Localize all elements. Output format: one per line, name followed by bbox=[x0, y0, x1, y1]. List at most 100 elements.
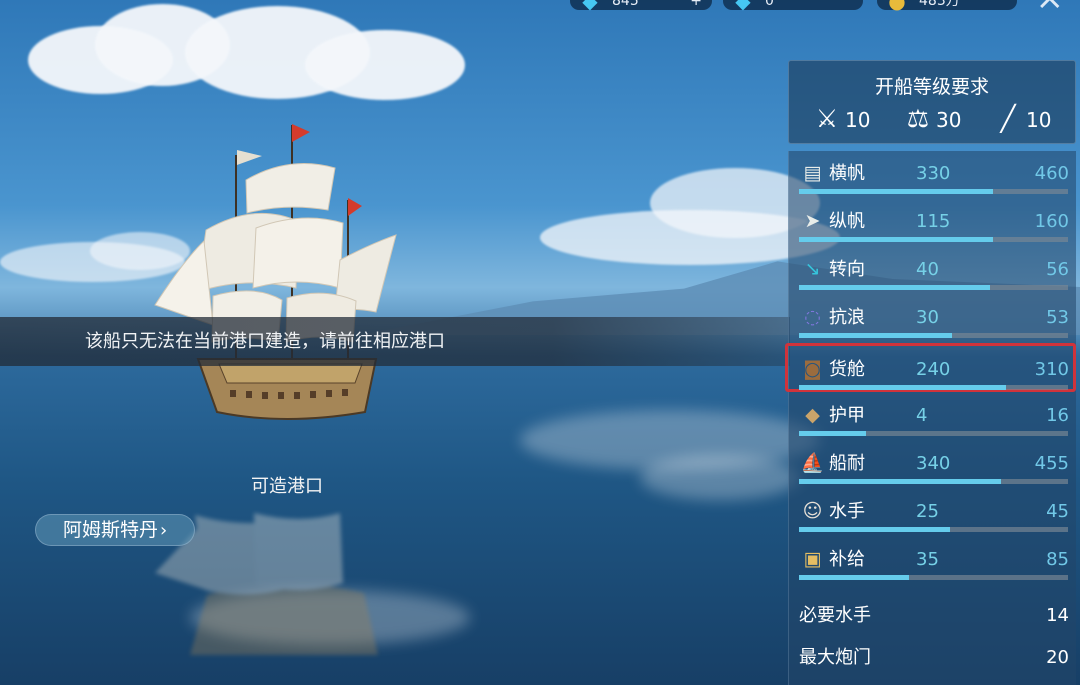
stat-progress-fill bbox=[799, 431, 867, 436]
wave-icon: ◌ bbox=[804, 306, 821, 328]
crossed-swords-icon: ⚔ bbox=[815, 104, 839, 133]
stat-name: 纵帆 bbox=[829, 211, 865, 232]
stat-progress-track bbox=[799, 431, 1068, 436]
stat-progress-fill bbox=[799, 285, 990, 290]
diamond-amount: 845 bbox=[612, 0, 639, 9]
ship-stats-panel: ▤ 横帆 330 460 ➤ 纵帆 115 160 ↘ 转向 40 56 ◌ 抗… bbox=[785, 151, 1077, 685]
build-warning-text: 该船只无法在当前港口建造，请前往相应港口 bbox=[85, 331, 445, 352]
stat-name: 补给 bbox=[829, 549, 865, 570]
locked-diamond-amount: 0 bbox=[765, 0, 774, 9]
stat-row-square-sail[interactable]: ▤ 横帆 330 460 bbox=[789, 151, 1077, 199]
stat-base-value: 25 bbox=[916, 501, 939, 522]
combat-level: 10 bbox=[845, 108, 871, 132]
stat-progress-track bbox=[799, 333, 1068, 338]
diamond-resource[interactable]: ◆ 845 + bbox=[570, 0, 712, 13]
stat-progress-track bbox=[799, 237, 1068, 242]
trade-requirement: ⚖ 30 bbox=[900, 104, 962, 134]
stat-row-supplies[interactable]: ▣ 补给 35 85 bbox=[789, 537, 1077, 585]
max-cannon-value: 20 bbox=[1046, 647, 1069, 668]
balance-scale-icon: ⚖ bbox=[906, 104, 930, 133]
cloud bbox=[305, 30, 465, 100]
stat-base-value: 115 bbox=[916, 211, 951, 232]
close-icon[interactable]: × bbox=[1036, 0, 1065, 15]
stat-progress-fill bbox=[799, 479, 1001, 484]
locked-diamond-resource[interactable]: ◆ 0 bbox=[723, 0, 863, 13]
stat-base-value: 340 bbox=[916, 453, 951, 474]
sea-glint bbox=[640, 455, 800, 500]
max-cannon-row: 最大炮门 20 bbox=[799, 643, 1069, 673]
square-sail-icon: ▤ bbox=[803, 162, 822, 184]
combat-requirement: ⚔ 10 bbox=[809, 104, 871, 134]
stat-max-value: 53 bbox=[1046, 307, 1069, 328]
stat-max-value: 45 bbox=[1046, 501, 1069, 522]
stat-progress-fill bbox=[799, 237, 993, 242]
stat-name: 护甲 bbox=[829, 405, 865, 426]
adventure-requirement: ╱ 10 bbox=[990, 104, 1051, 134]
stat-progress-track bbox=[799, 479, 1068, 484]
stat-progress-fill bbox=[799, 189, 993, 194]
stat-max-value: 160 bbox=[1034, 211, 1069, 232]
ship-level-requirements: 开船等级要求 ⚔ 10 ⚖ 30 ╱ 10 bbox=[788, 60, 1076, 144]
city-name: 阿姆斯特丹 bbox=[63, 519, 159, 541]
gold-resource[interactable]: ● 483万 bbox=[877, 0, 1017, 13]
telescope-icon: ╱ bbox=[1000, 104, 1016, 133]
stat-max-value: 460 bbox=[1034, 163, 1069, 184]
stat-base-value: 35 bbox=[916, 549, 939, 570]
max-cannon-label: 最大炮门 bbox=[799, 647, 871, 668]
stat-row-armor[interactable]: ◆ 护甲 4 16 bbox=[789, 393, 1077, 441]
adventure-level: 10 bbox=[1026, 108, 1052, 132]
stat-progress-track bbox=[799, 285, 1068, 290]
stat-max-value: 310 bbox=[1034, 359, 1069, 380]
stat-base-value: 30 bbox=[916, 307, 939, 328]
stat-progress-fill bbox=[799, 527, 950, 532]
ship-hull-icon: ⛵ bbox=[800, 452, 825, 474]
stat-max-value: 85 bbox=[1046, 549, 1069, 570]
turn-arrow-icon: ↘ bbox=[804, 258, 821, 280]
trade-level: 30 bbox=[936, 108, 962, 132]
stat-name: 横帆 bbox=[829, 163, 865, 184]
stat-progress-fill bbox=[799, 575, 910, 580]
stat-max-value: 16 bbox=[1046, 405, 1069, 426]
stat-progress-track bbox=[799, 385, 1068, 390]
stat-row-sailors[interactable]: ☺ 水手 25 45 bbox=[789, 489, 1077, 537]
stat-max-value: 56 bbox=[1046, 259, 1069, 280]
stat-row-wave-resistance[interactable]: ◌ 抗浪 30 53 bbox=[789, 295, 1077, 343]
stat-row-fore-aft-sail[interactable]: ➤ 纵帆 115 160 bbox=[789, 199, 1077, 247]
locked-diamond-icon: ◆ bbox=[735, 0, 751, 13]
stat-name: 转向 bbox=[829, 259, 865, 280]
stat-name: 水手 bbox=[829, 501, 865, 522]
stat-row-hull-durability[interactable]: ⛵ 船耐 340 455 bbox=[789, 441, 1077, 489]
sailor-icon: ☺ bbox=[802, 500, 823, 522]
stat-name: 船耐 bbox=[829, 453, 865, 474]
stat-row-turning[interactable]: ↘ 转向 40 56 bbox=[789, 247, 1077, 295]
stat-name: 货舱 bbox=[829, 359, 865, 380]
stat-progress-track bbox=[799, 575, 1068, 580]
requirements-title: 开船等级要求 bbox=[874, 76, 989, 98]
add-diamond-button[interactable]: + bbox=[690, 0, 702, 10]
stat-row-cargo-selected[interactable]: ◙ 货舱 240 310 bbox=[785, 343, 1077, 395]
stat-base-value: 330 bbox=[916, 163, 951, 184]
stat-max-value: 455 bbox=[1034, 453, 1069, 474]
cargo-barrel-icon: ◙ bbox=[803, 358, 822, 380]
city-selector-button[interactable]: 阿姆斯特丹 › bbox=[35, 514, 195, 546]
stat-base-value: 40 bbox=[916, 259, 939, 280]
stat-progress-track bbox=[799, 189, 1068, 194]
supplies-icon: ▣ bbox=[803, 548, 822, 570]
available-port-label: 可造港口 bbox=[251, 476, 323, 497]
stat-name: 抗浪 bbox=[829, 307, 865, 328]
stat-progress-fill bbox=[799, 385, 1007, 390]
stat-base-value: 4 bbox=[916, 405, 928, 426]
gold-coin-icon: ● bbox=[888, 0, 906, 13]
diamond-icon: ◆ bbox=[582, 0, 598, 13]
gold-amount: 483万 bbox=[919, 0, 960, 9]
sailing-ship bbox=[154, 124, 397, 420]
fore-aft-sail-icon: ➤ bbox=[804, 210, 821, 232]
stat-progress-fill bbox=[799, 333, 953, 338]
stat-progress-track bbox=[799, 527, 1068, 532]
stat-base-value: 240 bbox=[916, 359, 951, 380]
required-sailors-value: 14 bbox=[1046, 605, 1069, 626]
required-sailors-row: 必要水手 14 bbox=[799, 601, 1069, 631]
chevron-right-icon: › bbox=[160, 520, 168, 541]
resource-bar: ◆ 845 + ◆ 0 ● 483万 × bbox=[570, 0, 1080, 16]
required-sailors-label: 必要水手 bbox=[799, 605, 871, 626]
